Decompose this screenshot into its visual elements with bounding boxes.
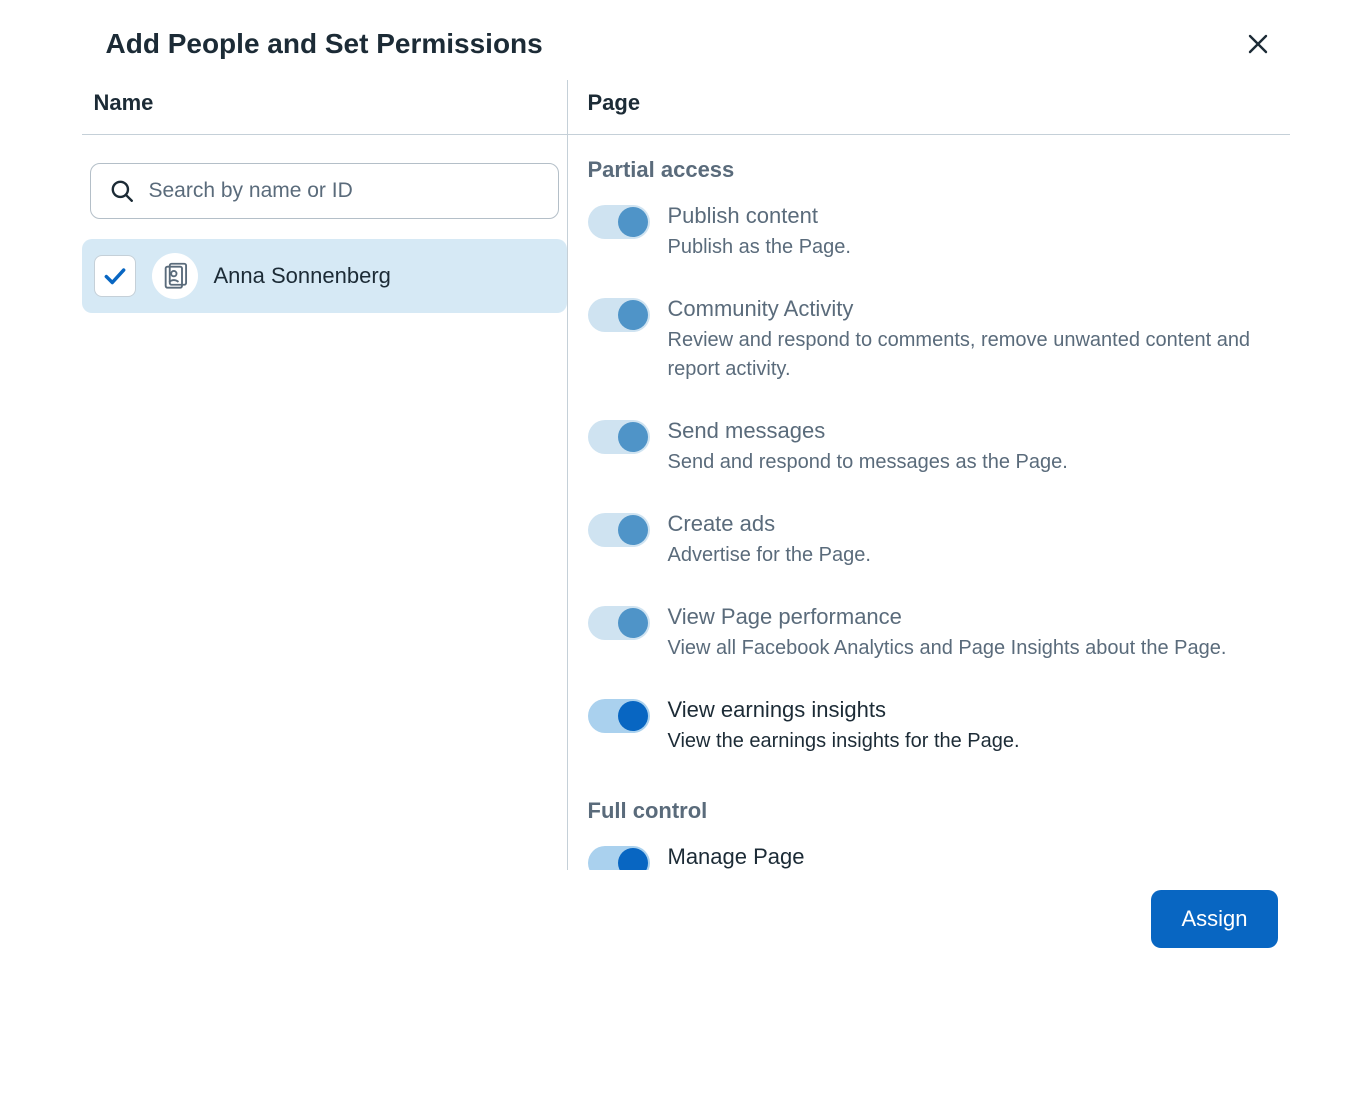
- modal-footer: Assign: [82, 870, 1290, 972]
- search-input[interactable]: [149, 179, 540, 203]
- permission-description: View all Facebook Analytics and Page Ins…: [668, 634, 1278, 663]
- permission-title: Send messages: [668, 418, 1278, 444]
- permission-row: View earnings insights View the earnings …: [588, 697, 1278, 756]
- permission-row: View Page performance View all Facebook A…: [588, 604, 1278, 663]
- permission-text: Manage PageControl the Page and connecte…: [668, 844, 1278, 870]
- close-icon: [1246, 32, 1270, 56]
- permission-row: Manage PageControl the Page and connecte…: [588, 844, 1278, 870]
- permission-row: Send messages Send and respond to message…: [588, 418, 1278, 477]
- people-panel: Anna Sonnenberg: [82, 135, 568, 870]
- permission-title: Publish content: [668, 203, 1278, 229]
- permission-description: Advertise for the Page.: [668, 541, 1278, 570]
- permission-title: Community Activity: [668, 296, 1278, 322]
- person-row[interactable]: Anna Sonnenberg: [82, 239, 567, 313]
- permission-toggle[interactable]: [588, 420, 650, 454]
- columns-header: Name Page: [82, 80, 1290, 135]
- permission-title: View earnings insights: [668, 697, 1278, 723]
- permission-description: View the earnings insights for the Page.: [668, 727, 1278, 756]
- person-name: Anna Sonnenberg: [214, 263, 391, 289]
- modal-body: Anna Sonnenberg Partial access Publish c…: [82, 135, 1290, 870]
- search-box[interactable]: [90, 163, 559, 219]
- avatar: [152, 253, 198, 299]
- permission-title: View Page performance: [668, 604, 1278, 630]
- permission-row: Publish content Publish as the Page.: [588, 203, 1278, 262]
- permission-toggle[interactable]: [588, 298, 650, 332]
- permission-description: Publish as the Page.: [668, 233, 1278, 262]
- page-column-header: Page: [568, 80, 1290, 134]
- permissions-modal: Add People and Set Permissions Name Page: [82, 0, 1290, 972]
- permission-text: Publish content Publish as the Page.: [668, 203, 1278, 262]
- permission-toggle[interactable]: [588, 513, 650, 547]
- people-list: Anna Sonnenberg: [82, 239, 567, 313]
- permission-description: Send and respond to messages as the Page…: [668, 448, 1278, 477]
- permission-toggle[interactable]: [588, 846, 650, 870]
- permission-description: Review and respond to comments, remove u…: [668, 326, 1278, 384]
- modal-header: Add People and Set Permissions: [82, 0, 1290, 80]
- person-checkbox[interactable]: [94, 255, 136, 297]
- permission-text: Create ads Advertise for the Page.: [668, 511, 1278, 570]
- permission-text: Send messages Send and respond to message…: [668, 418, 1278, 477]
- permission-row: Create ads Advertise for the Page.: [588, 511, 1278, 570]
- permission-title: Manage Page: [668, 844, 1278, 870]
- permission-toggle[interactable]: [588, 699, 650, 733]
- permissions-panel: Partial access Publish content Publish as…: [568, 135, 1290, 870]
- checkmark-icon: [102, 263, 128, 289]
- search-icon: [109, 178, 135, 204]
- permission-title: Create ads: [668, 511, 1278, 537]
- permission-text: Community Activity Review and respond to …: [668, 296, 1278, 384]
- partial-access-heading: Partial access: [588, 157, 1278, 183]
- permission-text: View earnings insights View the earnings …: [668, 697, 1278, 756]
- id-card-icon: [161, 262, 189, 290]
- permission-text: View Page performance View all Facebook A…: [668, 604, 1278, 663]
- permission-toggle[interactable]: [588, 606, 650, 640]
- name-column-header: Name: [82, 80, 568, 134]
- permission-toggle[interactable]: [588, 205, 650, 239]
- close-button[interactable]: [1238, 24, 1278, 64]
- assign-button[interactable]: Assign: [1151, 890, 1277, 948]
- modal-title: Add People and Set Permissions: [106, 28, 543, 60]
- permission-row: Community Activity Review and respond to …: [588, 296, 1278, 384]
- full-control-heading: Full control: [588, 798, 1278, 824]
